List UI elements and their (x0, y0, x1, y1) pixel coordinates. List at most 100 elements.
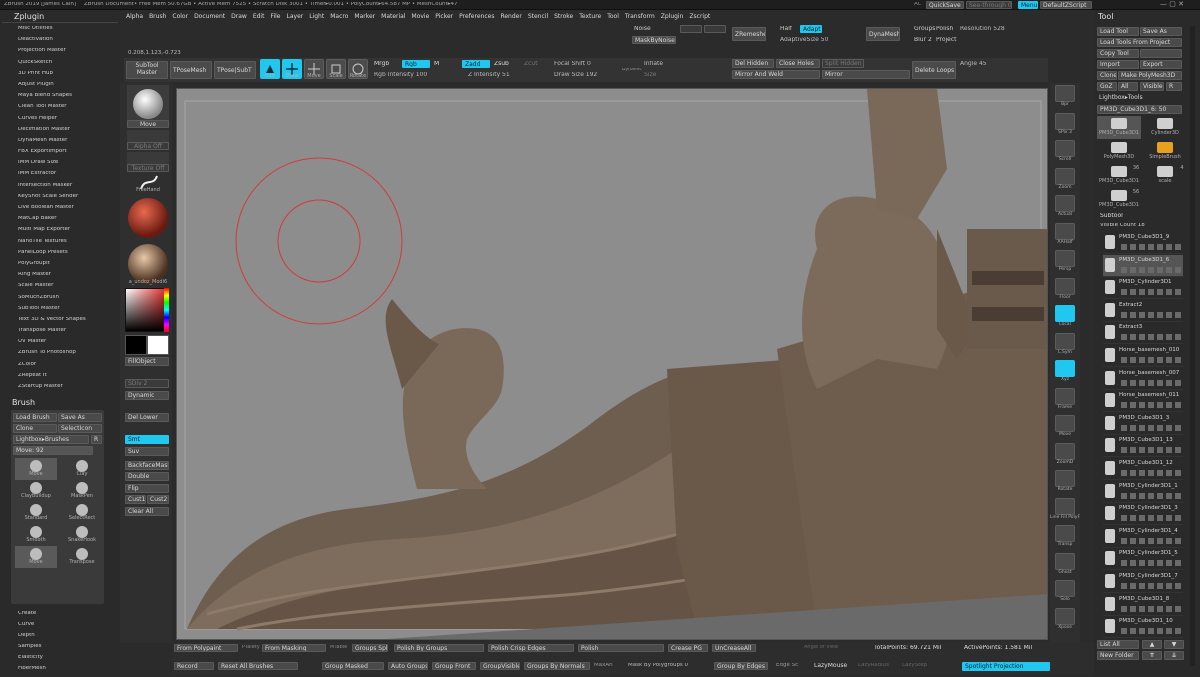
menu-transform[interactable]: Transform (625, 11, 655, 22)
goz-button[interactable]: GoZ (1097, 82, 1117, 91)
copy-tool-button[interactable]: Copy Tool (1097, 49, 1139, 58)
zplugin-item[interactable]: FBX ExportImport (18, 149, 118, 160)
menu-alpha[interactable]: Alpha (126, 11, 143, 22)
adapt-toggle[interactable]: Adapt (800, 25, 822, 33)
right-shelf-bpr[interactable]: Bpr (1054, 85, 1076, 111)
from-masking-button[interactable]: From Masking (262, 644, 326, 652)
tool-scrollbar[interactable] (1190, 26, 1195, 666)
subtool-item[interactable]: PM3D_Cube3D1_12 (1103, 458, 1183, 480)
zplugin-item[interactable]: Decimation Master (18, 127, 118, 138)
adaptive-size-slider[interactable]: AdaptiveSize 50 (780, 37, 828, 43)
backface-mask-toggle[interactable]: BackfaceMask (125, 461, 169, 470)
brush-clone-button[interactable]: Clone (13, 424, 57, 433)
texture-off-label[interactable]: Texture Off (127, 164, 169, 172)
zplugin-item[interactable]: Live Boolean Master (18, 205, 118, 216)
zplugin-item[interactable]: Misc Utilities (18, 26, 118, 37)
tool-slot[interactable]: PM3D_Cube3D1 36 (1097, 164, 1141, 187)
palette-samples[interactable]: Samples (18, 644, 46, 655)
subtool-controls[interactable] (1121, 424, 1183, 431)
blur-slider[interactable]: Blur 2 (914, 37, 932, 43)
list-all-button[interactable]: List All (1097, 640, 1139, 649)
delete-loops-button[interactable]: Delete Loops (912, 61, 956, 79)
subtool-controls[interactable] (1121, 515, 1183, 522)
zplugin-item[interactable]: KeyShot Scale Sender (18, 194, 118, 205)
palette-depth[interactable]: Depth (18, 633, 46, 644)
noise-slot-b[interactable] (704, 25, 726, 33)
subtool-up-arrow-icon[interactable]: ▲ (1142, 640, 1162, 649)
fill-object-button[interactable]: FillObject (125, 357, 169, 366)
menu-macro[interactable]: Macro (330, 11, 348, 22)
window-controls[interactable]: — ▢ ✕ (1160, 1, 1184, 8)
ac-label[interactable]: AC (914, 2, 922, 8)
dynamic-button[interactable]: Dynamic (125, 391, 169, 400)
mirror-and-weld-button[interactable]: Mirror And Weld (732, 70, 820, 79)
lightbox-brushes-button[interactable]: Lightbox▸Brushes (13, 435, 89, 444)
menu-stencil[interactable]: Stencil (528, 11, 548, 22)
subtool-controls[interactable] (1121, 583, 1183, 589)
subtool-item[interactable]: PM3D_Cylinder3D1 (1103, 277, 1183, 300)
subtool-item[interactable]: PM3D_Cube3D1_3 (1103, 413, 1183, 435)
zplugin-item[interactable]: IMM Extractor (18, 171, 118, 182)
groups-toggle[interactable]: Groups (914, 26, 935, 32)
uncrease-all-button[interactable]: UnCreaseAll (712, 644, 756, 652)
mask-by-polygroups-slider[interactable]: Mask By Polygroups 0 (628, 663, 688, 669)
right-shelf-floor[interactable]: Floor (1054, 277, 1076, 304)
make-polymesh-button[interactable]: Make PolyMesh3D (1118, 71, 1182, 80)
menu-texture[interactable]: Texture (579, 11, 601, 22)
subtool-down-arrow-icon[interactable]: ▼ (1164, 640, 1184, 649)
tool-slot[interactable]: Cylinder3D (1143, 116, 1187, 139)
auto-groups-button[interactable]: Auto Groups (388, 662, 428, 670)
subtool-item[interactable]: PM3D_Cube3D1_6 (1103, 254, 1183, 277)
draw-size-slider[interactable]: Draw Size 192 (554, 72, 597, 78)
polish-toggle[interactable]: Polish (936, 26, 953, 32)
paste-tool-button[interactable] (1140, 49, 1182, 58)
mask-by-noise-button[interactable]: MaskByNoise (632, 36, 676, 44)
double-toggle[interactable]: Double (125, 472, 169, 481)
subtool-controls[interactable] (1121, 628, 1183, 635)
palette-elasticity[interactable]: Elasticity (18, 655, 46, 666)
right-shelf-move[interactable]: Move (1054, 415, 1076, 441)
tool-save-as-button[interactable]: Save As (1140, 27, 1182, 36)
lazy-radius-slider[interactable]: LazyRadius (858, 663, 889, 669)
zplugin-item[interactable]: MatCap Baker (18, 216, 118, 227)
zplugin-item[interactable]: Intersection Masker (18, 183, 118, 194)
group-by-edges-button[interactable]: Group By Edges (714, 662, 768, 670)
brush-slot[interactable]: SnakeHook (61, 524, 103, 546)
subtool-controls[interactable] (1121, 244, 1183, 250)
lightbox-tools-button[interactable]: Lightbox▸Tools (1097, 94, 1182, 103)
zremesher-button[interactable]: ZRemesher (732, 27, 766, 41)
right-shelf-frame[interactable]: Frame (1054, 387, 1076, 414)
brush-slot[interactable]: Transpose (61, 546, 103, 568)
brush-slot[interactable]: Clay (61, 458, 103, 480)
brush-slot[interactable]: Smooth (15, 524, 57, 546)
subtool-item[interactable]: PM3D_Cylinder3D1_5 (1103, 548, 1183, 571)
subtool-controls[interactable] (1121, 605, 1183, 612)
zplugin-item[interactable]: Projection Master (18, 48, 118, 59)
lazy-step-slider[interactable]: LazyStep (902, 663, 927, 669)
right-shelf-zoom[interactable]: Zoom (1054, 167, 1076, 194)
subtool-item[interactable]: PM3D_Cube3D1_8 (1103, 594, 1183, 616)
zplugin-header[interactable]: Zplugin (2, 12, 118, 23)
subtool-controls[interactable] (1121, 537, 1183, 544)
right-shelf-solo[interactable]: Solo (1054, 580, 1076, 606)
right-shelf-xpose[interactable]: Xpose (1054, 607, 1076, 634)
group-masked-button[interactable]: Group Masked (322, 662, 384, 670)
right-shelf-actual[interactable]: Actual (1054, 195, 1076, 221)
flip-button[interactable]: Flip (125, 484, 169, 493)
brush-slot[interactable]: Move (15, 546, 57, 568)
brush-save-as-button[interactable]: Save As (58, 413, 102, 422)
zplugin-item[interactable]: IMM Draw Size (18, 160, 118, 171)
menu-draw[interactable]: Draw (231, 11, 247, 22)
subtool-controls[interactable] (1121, 357, 1183, 363)
cust2-button[interactable]: Cust2 (147, 495, 169, 504)
menu-color[interactable]: Color (172, 11, 188, 22)
zplugin-item[interactable]: SoMuchZbrush (18, 295, 118, 306)
groups-split-button[interactable]: Groups Split (352, 644, 388, 652)
menu-material[interactable]: Material (381, 11, 405, 22)
zplugin-item[interactable]: UV Master (18, 339, 118, 350)
groups-by-normals-button[interactable]: Groups By Normals (524, 662, 590, 670)
right-shelf-ghost[interactable]: Ghost (1054, 552, 1076, 579)
menu-zscript[interactable]: Zscript (689, 11, 710, 22)
subtool-controls[interactable] (1121, 492, 1183, 499)
brush-slot[interactable]: MaskPen (61, 480, 103, 502)
